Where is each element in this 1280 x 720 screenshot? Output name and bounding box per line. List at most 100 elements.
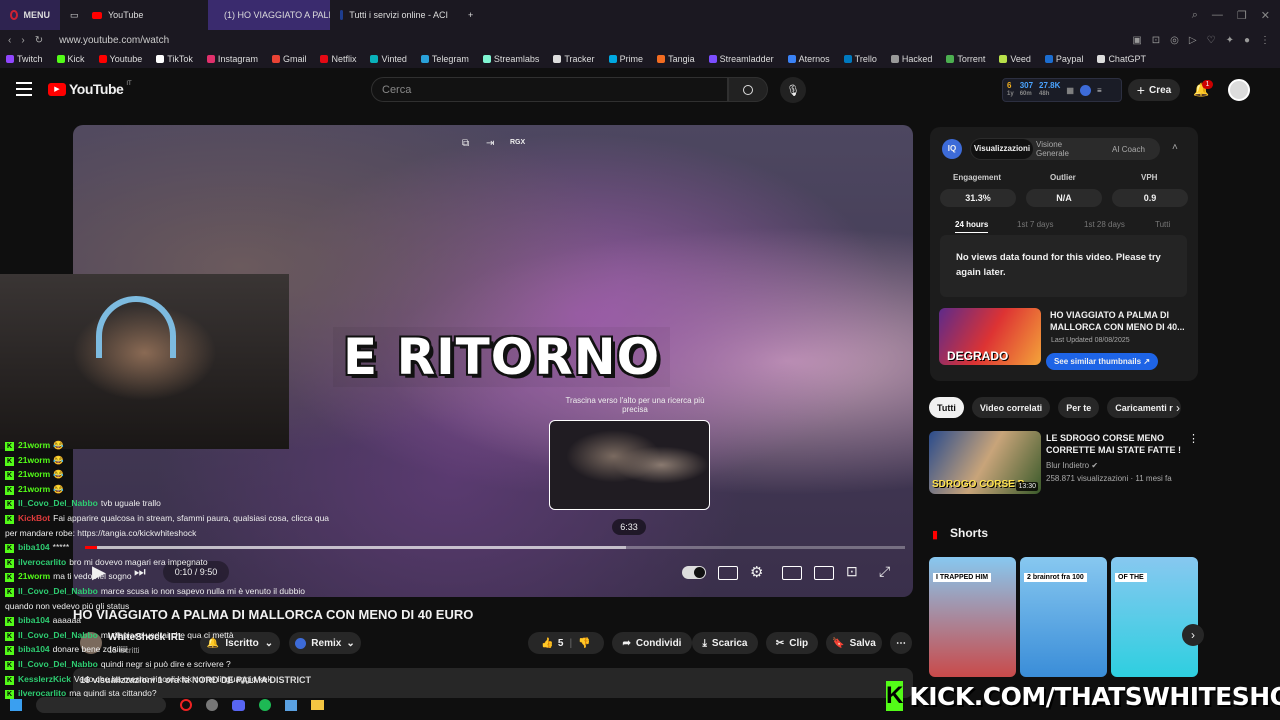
create-button[interactable]: + Crea [1128, 79, 1180, 101]
tab-visualizzazioni[interactable]: Visualizzazioni [971, 139, 1033, 159]
bookmark-trello[interactable]: Trello [843, 54, 877, 64]
search-button[interactable] [728, 77, 768, 102]
more-actions-button[interactable]: ⋯ [890, 632, 912, 654]
download-button[interactable]: ⤓ Scarica [692, 632, 758, 654]
youtube-logo[interactable]: ▶ YouTube IT [48, 81, 132, 97]
tab-youtube[interactable]: YouTube [82, 0, 208, 30]
related-title[interactable]: LE SDROGO CORSE MENO CORRETTE MAI STATE … [1046, 432, 1181, 456]
forward-icon[interactable]: › [21, 35, 24, 46]
url-field[interactable]: www.youtube.com/watch [59, 35, 169, 46]
fullscreen-icon[interactable]: ⤢ [879, 563, 890, 580]
related-more-icon[interactable]: ⋮ [1188, 432, 1199, 445]
bookmark-paypal[interactable]: Paypal [1044, 54, 1083, 64]
share-button[interactable]: ➦ Condividi [612, 632, 692, 654]
miniplayer-button-icon[interactable] [782, 566, 802, 580]
related-thumbnail[interactable]: SDROGO CORSE P 13:30 [929, 431, 1041, 494]
menu-button[interactable]: MENU [0, 0, 60, 30]
player-icon[interactable]: ▷ [1189, 35, 1197, 46]
search-input[interactable]: Cerca [371, 77, 728, 102]
steam-icon[interactable] [206, 699, 218, 711]
bookmark-veed[interactable]: Veed [999, 54, 1031, 64]
bookmark-chatgpt[interactable]: ChatGPT [1097, 54, 1146, 64]
new-tab-button[interactable]: + [458, 0, 480, 30]
bookmark-tangia[interactable]: Tangia [657, 54, 695, 64]
bookmark-kick[interactable]: Kick [56, 54, 85, 64]
similar-thumbnails-button[interactable]: See similar thumbnails ↗ [1046, 353, 1158, 370]
subtitles-icon[interactable] [718, 566, 738, 580]
short-card[interactable]: OF THE [1111, 557, 1198, 677]
avatar[interactable] [1228, 79, 1250, 101]
bookmark-aternos[interactable]: Aternos [787, 54, 830, 64]
miniplayer-icon[interactable]: ⧉ [462, 138, 469, 149]
more-icon[interactable]: ⋮ [1260, 35, 1270, 46]
bookmark-tiktok[interactable]: TikTok [156, 54, 193, 64]
save-button[interactable]: 🔖 Salva [826, 632, 882, 654]
short-card[interactable]: 2 brainrot fra 100 [1020, 557, 1107, 677]
like-button[interactable]: 👍 5 [541, 638, 563, 649]
windows-start-icon[interactable] [10, 699, 22, 711]
bookmark-streamladder[interactable]: Streamladder [708, 54, 774, 64]
back-icon[interactable]: ‹ [8, 35, 11, 46]
theater-mode-icon[interactable] [814, 566, 834, 580]
thumbs-down-icon[interactable]: 👎 [578, 638, 590, 649]
chat-message: per mandare robe: https://tangia.co/kick… [5, 528, 196, 538]
folder-icon[interactable] [311, 700, 324, 710]
video-thumbnail[interactable]: DEGRADO [939, 308, 1041, 365]
chip-2[interactable]: Per te [1058, 397, 1100, 418]
bookmark-youtube[interactable]: Youtube [98, 54, 142, 64]
taskbar-search-input[interactable] [36, 697, 166, 713]
spotify-icon[interactable] [259, 699, 271, 711]
shorts-next-button[interactable]: › [1182, 624, 1204, 646]
tab-aci[interactable]: Tutti i servizi online - ACI [330, 0, 458, 30]
short-card[interactable]: I TRAPPED HIM [929, 557, 1016, 677]
camera-icon[interactable]: ◎ [1170, 35, 1179, 46]
hamburger-menu-icon[interactable] [16, 82, 32, 96]
chip-3[interactable]: Caricamenti r [1107, 397, 1181, 418]
search-tabs-icon[interactable]: ⌕ [1192, 9, 1198, 22]
profile-icon[interactable]: ● [1244, 35, 1250, 46]
cast-icon[interactable]: ⊡ [846, 563, 858, 580]
screenshot-icon[interactable]: ⊡ [1152, 35, 1160, 46]
bookmark-instagram[interactable]: Instagram [206, 54, 258, 64]
bookmark-gmail[interactable]: Gmail [271, 54, 306, 64]
bookmark-prime[interactable]: Prime [608, 54, 643, 64]
bookmark-streamlabs[interactable]: Streamlabs [482, 54, 539, 64]
extension-icon[interactable]: ▣ [1132, 35, 1141, 46]
clip-button[interactable]: ✂ Clip [766, 632, 818, 654]
bookmark-torrent[interactable]: Torrent [946, 54, 985, 64]
minimize-icon[interactable]: — [1212, 9, 1223, 22]
youtube-play-icon: ▶ [48, 82, 66, 96]
close-icon[interactable]: ✕ [1261, 9, 1270, 22]
voice-search-button[interactable]: 🎙 [780, 77, 806, 103]
channel-stats-widget[interactable]: 6 1y 307 60m 27.8K 48h ▦ ≡ [1002, 78, 1122, 102]
discord-icon[interactable] [232, 699, 245, 711]
bookmark-telegram[interactable]: Telegram [420, 54, 469, 64]
rgx-label[interactable]: RGX [510, 139, 525, 146]
tab-ai-coach[interactable]: AI Coach [1112, 145, 1145, 154]
bookmark-tracker[interactable]: Tracker [553, 54, 595, 64]
restore-icon[interactable]: ❐ [1237, 9, 1247, 22]
tab-current-video[interactable]: (1) HO VIAGGIATO A PALI [208, 0, 330, 30]
exit-icon[interactable]: ⇥ [486, 138, 494, 149]
chip-1[interactable]: Video correlati [971, 397, 1051, 418]
settings-gear-icon[interactable]: ⚙ [750, 563, 763, 581]
reload-icon[interactable]: ↻ [35, 35, 43, 46]
collapse-chevron-icon[interactable]: ˄ [1172, 142, 1178, 153]
range-all[interactable]: Tutti [1155, 220, 1170, 229]
chip-0[interactable]: Tutti [929, 397, 964, 418]
bookmark-vinted[interactable]: Vinted [370, 54, 407, 64]
bookmark-netflix[interactable]: Netflix [320, 54, 356, 64]
heart-icon[interactable]: ♡ [1207, 35, 1216, 46]
tab-overview-button[interactable]: ▭ [60, 0, 82, 30]
bookmark-twitch[interactable]: Twitch [6, 54, 43, 64]
opera-app-icon[interactable] [180, 699, 192, 711]
chips-next-icon[interactable]: › [1176, 401, 1180, 415]
bookmark-hacked[interactable]: Hacked [890, 54, 932, 64]
autoplay-toggle[interactable] [682, 566, 706, 579]
store-icon[interactable] [285, 699, 297, 711]
range-28d[interactable]: 1st 28 days [1084, 220, 1125, 229]
tab-visione-generale[interactable]: Visione Generale [1036, 140, 1096, 158]
range-7d[interactable]: 1st 7 days [1017, 220, 1053, 229]
puzzle-icon[interactable]: ✦ [1226, 35, 1234, 46]
range-24h[interactable]: 24 hours [955, 220, 989, 233]
